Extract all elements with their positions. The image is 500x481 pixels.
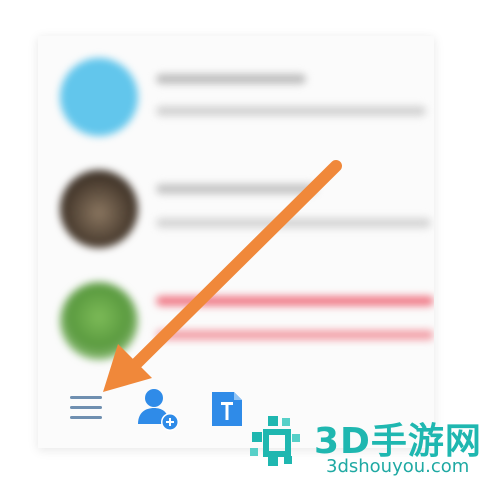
- avatar: [60, 282, 138, 360]
- contact-preview-blurred: [156, 218, 431, 228]
- contact-row[interactable]: [38, 260, 434, 370]
- watermark-url: 3dshouyou.com: [326, 456, 470, 477]
- contact-row[interactable]: [38, 36, 434, 146]
- contact-row[interactable]: [38, 148, 434, 258]
- contact-preview-blurred: [156, 330, 434, 340]
- contact-name-blurred: [156, 184, 316, 194]
- avatar: [60, 170, 138, 248]
- watermark: 3D手游网 3dshouyou.com: [238, 404, 500, 481]
- hamburger-menu-icon[interactable]: [66, 390, 106, 426]
- contact-name-blurred: [156, 296, 434, 306]
- watermark-logo-icon: [250, 416, 300, 466]
- contact-preview-blurred: [156, 106, 426, 116]
- contact-name-blurred: [156, 74, 306, 84]
- contact-panel: [38, 36, 434, 448]
- add-contact-icon[interactable]: [134, 384, 182, 434]
- avatar: [60, 58, 138, 136]
